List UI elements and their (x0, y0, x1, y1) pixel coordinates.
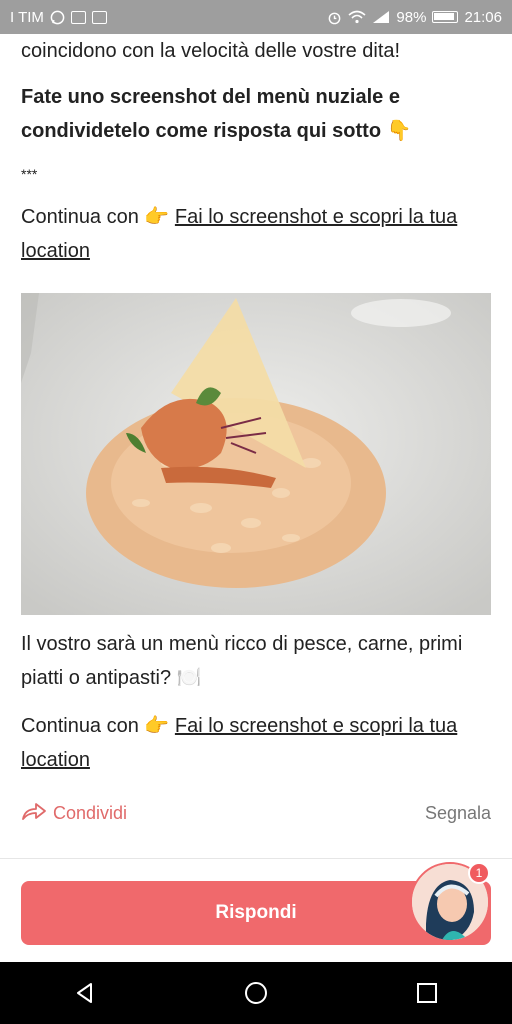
continue-prefix: Continua con 👉 (21, 715, 175, 737)
status-right: 98% 21:06 (327, 9, 502, 26)
recents-icon[interactable] (407, 973, 447, 1013)
back-icon[interactable] (65, 973, 105, 1013)
clock: 21:06 (464, 8, 502, 26)
post-text-line: coincidono con la velocità delle vostre … (21, 40, 401, 62)
post-bold-text: Fate uno screenshot del menù nuziale e c… (21, 86, 412, 142)
status-bar: I TIM 98% 21:06 (0, 0, 512, 34)
continue-paragraph-2: Continua con 👉 Fai lo screenshot e scopr… (21, 709, 491, 777)
image-icon (70, 10, 86, 24)
share-icon (21, 801, 47, 826)
question-text: Il vostro sarà un menù ricco di pesce, c… (21, 633, 463, 689)
report-button[interactable]: Segnala (425, 803, 491, 824)
divider (0, 858, 512, 859)
post-content-2: Il vostro sarà un menù ricco di pesce, c… (21, 627, 491, 777)
separator-text: *** (21, 166, 38, 182)
post-actions: Condividi Segnala (21, 796, 491, 830)
continue-paragraph-1: Continua con 👉 Fai lo screenshot e scopr… (21, 200, 491, 268)
status-left: I TIM (10, 9, 107, 26)
reply-label: Rispondi (215, 902, 297, 923)
whatsapp-icon (50, 10, 65, 25)
battery-percent: 98% (396, 8, 427, 26)
gallery-icon (91, 10, 107, 24)
signal-icon (372, 10, 390, 24)
wifi-icon (348, 10, 366, 24)
home-icon[interactable] (236, 973, 276, 1013)
navigation-bar (0, 962, 512, 1024)
share-button[interactable]: Condividi (21, 801, 127, 826)
battery-icon (432, 11, 459, 23)
assistant-avatar-button[interactable]: 1 (410, 862, 490, 942)
continue-prefix: Continua con 👉 (21, 206, 175, 228)
notification-badge: 1 (468, 862, 490, 884)
share-label: Condividi (53, 802, 128, 823)
alarm-icon (327, 10, 342, 25)
post-content: coincidono con la velocità delle vostre … (21, 34, 491, 268)
risotto-photo (21, 293, 491, 615)
carrier-name: I TIM (10, 8, 44, 26)
